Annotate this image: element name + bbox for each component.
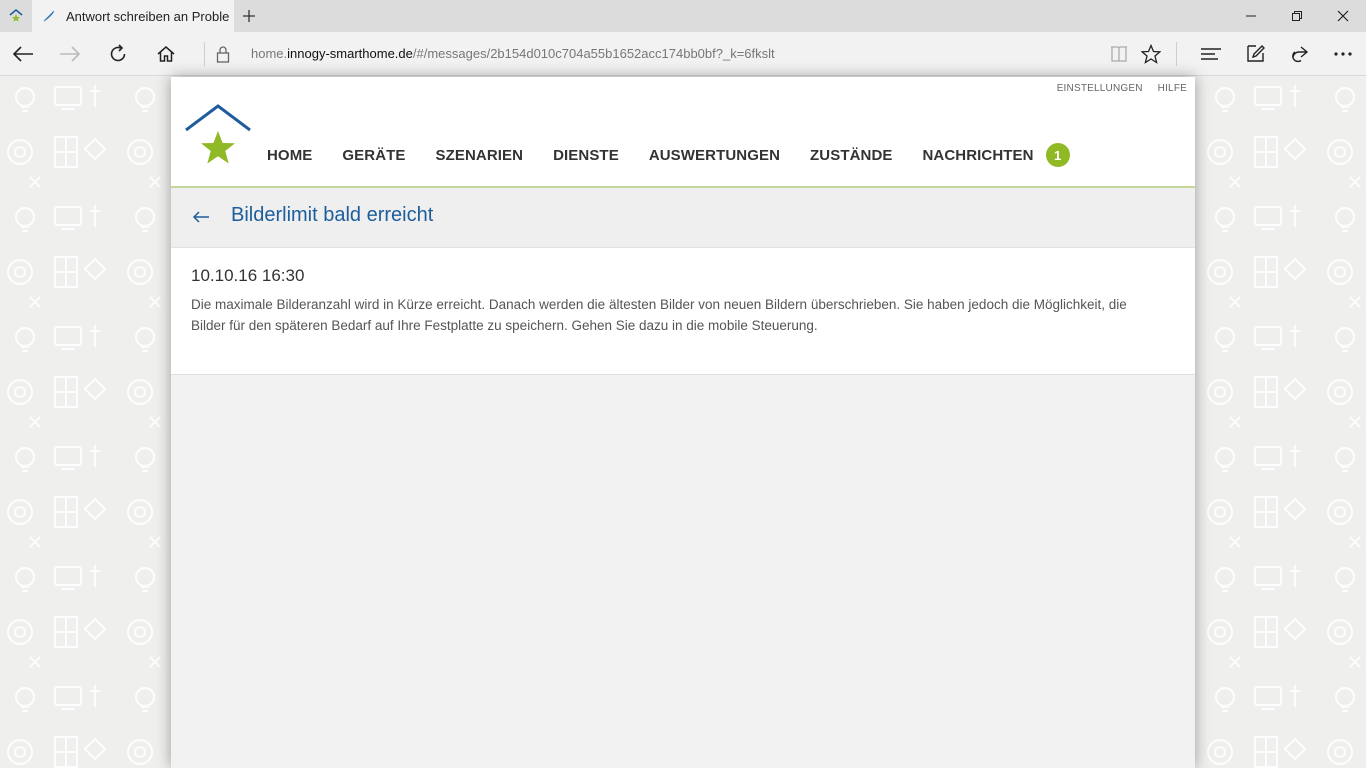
nav-devices[interactable]: GERÄTE — [342, 147, 405, 164]
message-body: Die maximale Bilderanzahl wird in Kürze … — [191, 297, 1127, 333]
url-domain: innogy-smarthome.de — [287, 46, 413, 61]
nav-scenarios[interactable]: SZENARIEN — [436, 147, 524, 164]
close-icon[interactable] — [1320, 0, 1366, 32]
nav-evaluations[interactable]: AUSWERTUNGEN — [649, 147, 780, 164]
app-header: EINSTELLUNGEN HILFE HOME GERÄTE SZENARIE… — [171, 77, 1195, 188]
top-links: EINSTELLUNGEN HILFE — [1057, 83, 1187, 94]
refresh-icon[interactable] — [95, 32, 141, 76]
url-field[interactable]: home.innogy-smarthome.de/#/messages/2b15… — [251, 46, 775, 61]
app-card: EINSTELLUNGEN HILFE HOME GERÄTE SZENARIE… — [171, 77, 1195, 768]
feather-icon — [43, 10, 55, 22]
nav-messages[interactable]: NACHRICHTEN — [922, 147, 1033, 164]
browser-tab[interactable]: Antwort schreiben an Proble — [32, 0, 234, 32]
messages-count-badge: 1 — [1045, 143, 1070, 167]
plus-icon[interactable] — [236, 0, 262, 32]
house-star-icon[interactable] — [0, 0, 32, 32]
message-title: Bilderlimit bald erreicht — [231, 204, 434, 226]
help-link[interactable]: HILFE — [1158, 83, 1187, 94]
main-navigation: HOME GERÄTE SZENARIEN DIENSTE AUSWERTUNG… — [267, 143, 1070, 167]
lock-icon — [200, 32, 246, 76]
nav-services[interactable]: DIENSTE — [553, 147, 619, 164]
share-icon[interactable] — [1277, 32, 1323, 76]
message-date: 10.10.16 16:30 — [191, 266, 305, 285]
nav-home[interactable]: HOME — [267, 147, 312, 164]
tab-title: Antwort schreiben an Proble — [66, 8, 230, 24]
home-icon[interactable] — [143, 32, 189, 76]
browser-address-bar: home.innogy-smarthome.de/#/messages/2b15… — [0, 32, 1366, 76]
pen-icon[interactable] — [1232, 32, 1278, 76]
star-icon[interactable] — [1128, 32, 1174, 76]
ellipsis-icon[interactable] — [1320, 32, 1366, 76]
forward-arrow-icon[interactable] — [47, 32, 93, 76]
hub-icon[interactable] — [1188, 32, 1234, 76]
url-path: /#/messages/2b154d010c704a55b1652acc174b… — [412, 46, 775, 61]
message-title-bar: Bilderlimit bald erreicht — [171, 188, 1195, 248]
back-arrow-icon[interactable] — [191, 207, 211, 227]
house-star-logo-icon[interactable] — [185, 104, 251, 168]
url-prefix: home. — [251, 46, 288, 61]
back-arrow-icon[interactable] — [0, 32, 46, 76]
browser-tab-bar: Antwort schreiben an Proble — [0, 0, 1366, 32]
minimize-icon[interactable] — [1228, 0, 1274, 32]
settings-link[interactable]: EINSTELLUNGEN — [1057, 83, 1143, 94]
separator — [1176, 42, 1177, 66]
restore-icon[interactable] — [1274, 0, 1320, 32]
nav-states[interactable]: ZUSTÄNDE — [810, 147, 892, 164]
message-content: 10.10.16 16:30 Die maximale Bilderanzahl… — [171, 248, 1195, 375]
